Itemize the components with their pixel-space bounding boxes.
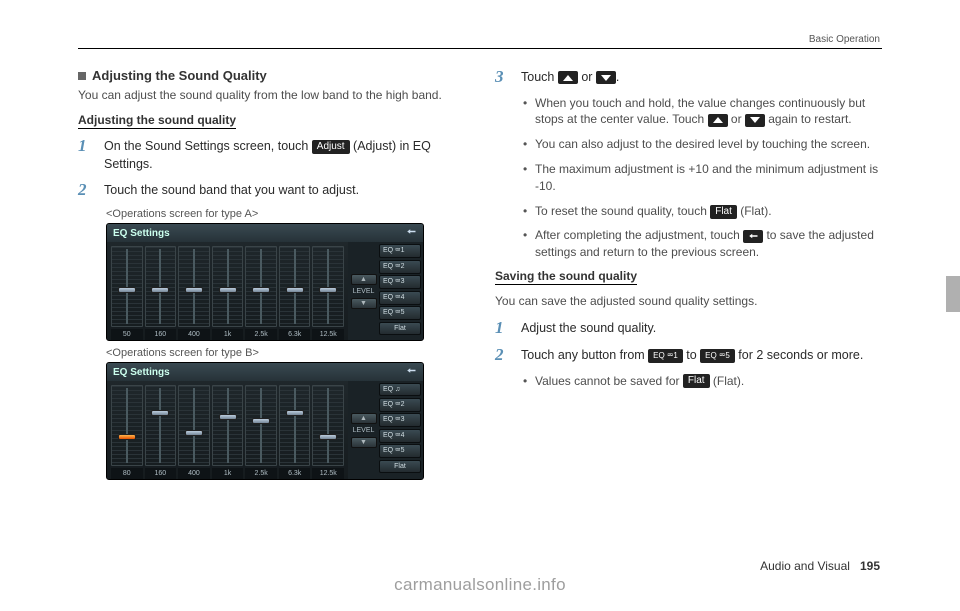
- list-item: After completing the adjustment, touch t…: [523, 227, 882, 261]
- square-bullet-icon: [78, 72, 86, 80]
- freq-label: 400: [178, 468, 210, 479]
- caption-type-b: <Operations screen for type B>: [106, 347, 465, 359]
- eq-slider[interactable]: 1k: [212, 385, 244, 479]
- watermark: carmanualsonline.info: [0, 575, 960, 595]
- eq-preset-button[interactable]: EQ ⮹5: [379, 444, 421, 458]
- freq-label: 400: [178, 329, 210, 340]
- eq-slider[interactable]: 160: [145, 385, 177, 479]
- up-icon: [558, 71, 578, 84]
- freq-label: 1k: [212, 468, 244, 479]
- level-control: ▲ LEVEL ▼: [350, 413, 377, 448]
- edge-tab: [946, 276, 960, 312]
- eq-slider[interactable]: 6.3k: [279, 385, 311, 479]
- eq-panel-a: EQ Settings 501604001k2.5k6.3k12.5k ▲ LE…: [106, 223, 424, 341]
- eq-slider[interactable]: 12.5k: [312, 246, 344, 340]
- freq-label: 160: [145, 329, 177, 340]
- list-item: To reset the sound quality, touch Flat (…: [523, 203, 882, 220]
- freq-label: 12.5k: [312, 329, 344, 340]
- eq-slider[interactable]: 6.3k: [279, 246, 311, 340]
- eq-preset-button[interactable]: EQ ⮹2: [379, 398, 421, 412]
- freq-label: 6.3k: [279, 329, 311, 340]
- caption-type-a: <Operations screen for type A>: [106, 208, 465, 220]
- breadcrumb: Basic Operation: [809, 34, 880, 45]
- footer-section: Audio and Visual: [760, 559, 850, 573]
- freq-label: 80: [111, 468, 143, 479]
- freq-label: 160: [145, 468, 177, 479]
- save-step-number-2: 2: [495, 346, 511, 365]
- back-icon[interactable]: [405, 366, 417, 378]
- adjust-pill: Adjust: [312, 140, 350, 154]
- step-1-body: On the Sound Settings screen, touch Adju…: [104, 137, 465, 173]
- save-bullets: Values cannot be saved for Flat (Flat).: [523, 373, 882, 390]
- eq5-chip: EQ ⮹5: [700, 349, 735, 363]
- list-item: When you touch and hold, the value chang…: [523, 95, 882, 129]
- eq-preset-button[interactable]: EQ ⮹5: [379, 306, 421, 320]
- freq-label: 2.5k: [245, 468, 277, 479]
- saving-intro: You can save the adjusted sound quality …: [495, 293, 882, 309]
- down-icon: [745, 114, 765, 127]
- section-title: Adjusting the Sound Quality: [92, 68, 267, 83]
- level-down-button[interactable]: ▼: [351, 298, 377, 309]
- eq-slider[interactable]: 160: [145, 246, 177, 340]
- list-item: Values cannot be saved for Flat (Flat).: [523, 373, 882, 390]
- flat-pill: Flat: [710, 205, 737, 219]
- left-column: Adjusting the Sound Quality You can adju…: [78, 68, 465, 480]
- list-item: The maximum adjustment is +10 and the mi…: [523, 161, 882, 195]
- save-step-1-body: Adjust the sound quality.: [521, 319, 882, 337]
- step-number-3: 3: [495, 68, 511, 87]
- eq-preset-button[interactable]: EQ ⮹4: [379, 291, 421, 305]
- level-label: LEVEL: [353, 425, 375, 436]
- freq-label: 1k: [212, 329, 244, 340]
- list-item: You can also adjust to the desired level…: [523, 136, 882, 153]
- eq-preset-button[interactable]: EQ ⮹1: [379, 244, 421, 258]
- step-number-1: 1: [78, 137, 94, 156]
- step-3-bullets: When you touch and hold, the value chang…: [523, 95, 882, 261]
- level-up-button[interactable]: ▲: [351, 413, 377, 424]
- eq-preset-button[interactable]: EQ ⮹3: [379, 275, 421, 289]
- eq-preset-button[interactable]: EQ ⮹2: [379, 260, 421, 274]
- step-number-2: 2: [78, 181, 94, 200]
- right-column: 3 Touch or . When you touch and hold, th…: [495, 68, 882, 480]
- up-icon: [708, 114, 728, 127]
- back-icon[interactable]: [405, 227, 417, 239]
- level-control: ▲ LEVEL ▼: [350, 274, 377, 309]
- freq-label: 50: [111, 329, 143, 340]
- eq-slider[interactable]: 50: [111, 246, 143, 340]
- eq-slider[interactable]: 400: [178, 385, 210, 479]
- eq-slider[interactable]: 400: [178, 246, 210, 340]
- eq-slider[interactable]: 1k: [212, 246, 244, 340]
- eq-title-a: EQ Settings: [113, 228, 170, 239]
- eq-preset-button[interactable]: EQ ⮹3: [379, 413, 421, 427]
- page-number: 195: [860, 559, 880, 573]
- header-rule: [78, 48, 882, 49]
- eq-title-b: EQ Settings: [113, 367, 170, 378]
- level-down-button[interactable]: ▼: [351, 437, 377, 448]
- step-3-body: Touch or .: [521, 68, 882, 86]
- eq-slider[interactable]: 80: [111, 385, 143, 479]
- eq-preset-button[interactable]: EQ ⮹4: [379, 429, 421, 443]
- subheading-adjusting: Adjusting the sound quality: [78, 113, 236, 129]
- flat-button[interactable]: Flat: [379, 322, 421, 335]
- flat-button[interactable]: Flat: [379, 460, 421, 473]
- eq-preset-button[interactable]: EQ ♫: [379, 383, 421, 396]
- level-up-button[interactable]: ▲: [351, 274, 377, 285]
- down-icon: [596, 71, 616, 84]
- eq-slider[interactable]: 12.5k: [312, 385, 344, 479]
- eq1-chip: EQ ⮹1: [648, 349, 683, 363]
- freq-label: 12.5k: [312, 468, 344, 479]
- save-step-2-body: Touch any button from EQ ⮹1 to EQ ⮹5 for…: [521, 346, 882, 364]
- save-step-number-1: 1: [495, 319, 511, 338]
- footer: Audio and Visual 195: [760, 559, 880, 573]
- eq-slider[interactable]: 2.5k: [245, 246, 277, 340]
- eq-slider[interactable]: 2.5k: [245, 385, 277, 479]
- freq-label: 2.5k: [245, 329, 277, 340]
- eq-panel-b: EQ Settings 801604001k2.5k6.3k12.5k ▲ LE…: [106, 362, 424, 480]
- back-icon: [743, 230, 763, 243]
- section-intro: You can adjust the sound quality from th…: [78, 87, 465, 103]
- level-label: LEVEL: [353, 286, 375, 297]
- freq-label: 6.3k: [279, 468, 311, 479]
- subheading-saving: Saving the sound quality: [495, 269, 637, 285]
- step-2-body: Touch the sound band that you want to ad…: [104, 181, 465, 199]
- flat-pill: Flat: [683, 374, 710, 388]
